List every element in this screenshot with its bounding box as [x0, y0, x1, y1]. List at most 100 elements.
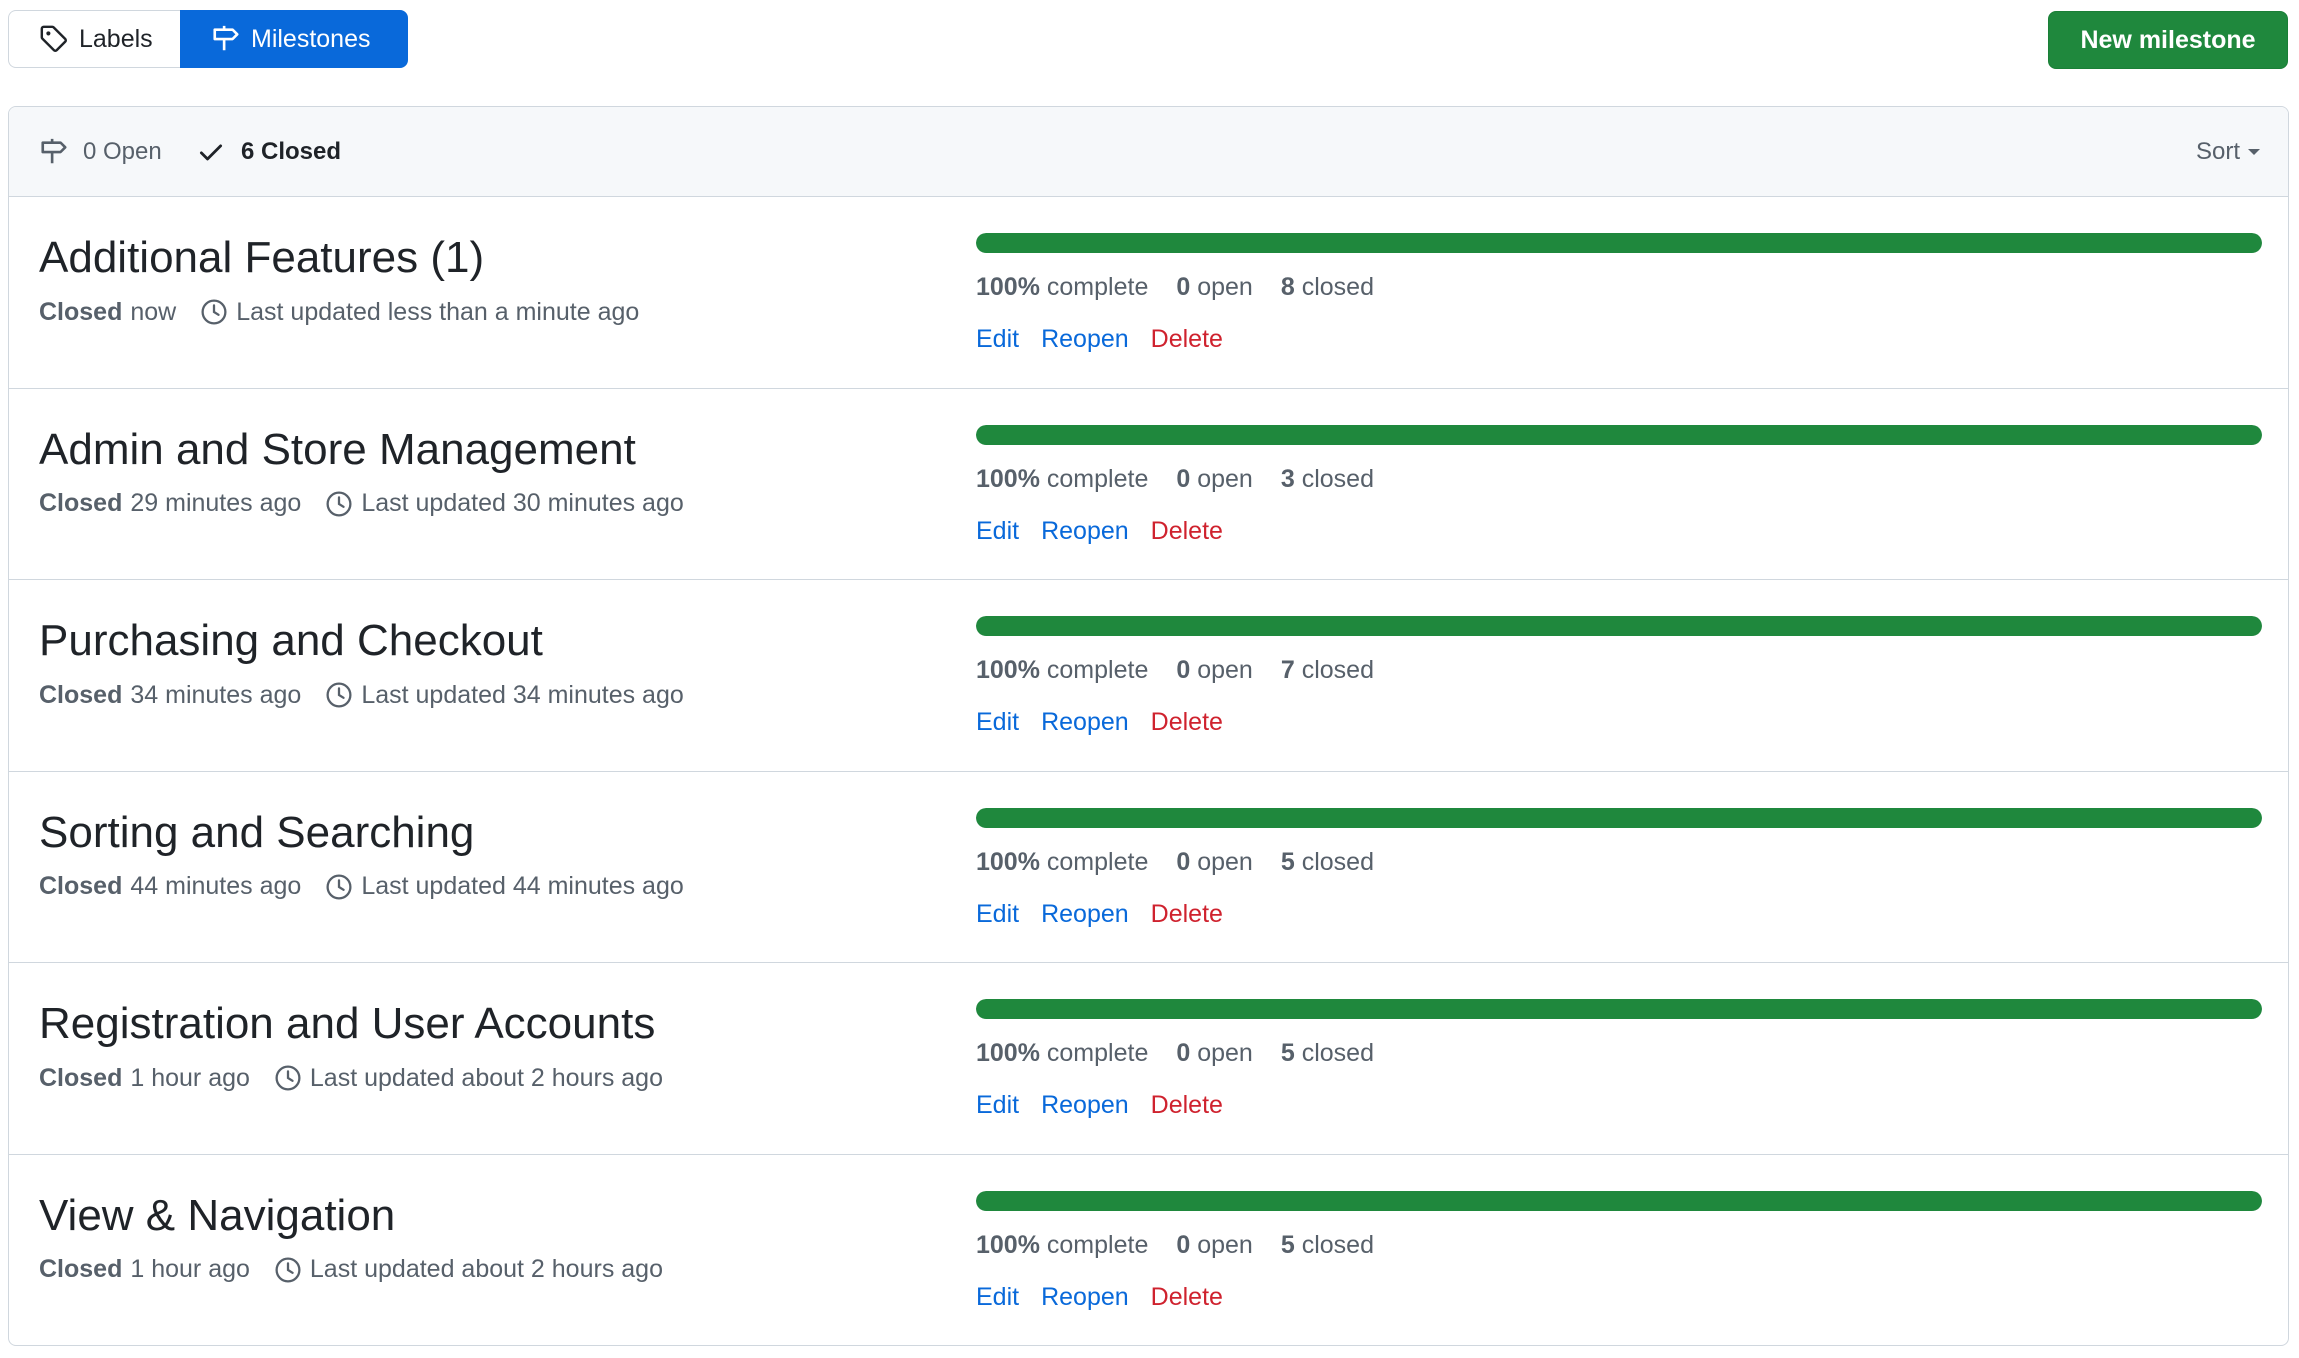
closed-label: Closed — [39, 297, 123, 326]
milestone-row: Additional Features (1) Closed now Last … — [9, 197, 2288, 389]
sort-dropdown[interactable]: Sort — [2196, 107, 2260, 197]
milestone-title[interactable]: Admin and Store Management — [39, 425, 636, 475]
open-count: 0 open — [1176, 847, 1253, 876]
progress-fill — [976, 807, 2262, 828]
last-updated: Last updated less than a minute ago — [236, 297, 640, 326]
delete-link[interactable]: Delete — [1151, 708, 1223, 737]
delete-link[interactable]: Delete — [1151, 325, 1223, 354]
clock-icon — [274, 1255, 304, 1285]
milestones-box: 0 Open 6 Closed Sort Additional Features… — [8, 106, 2289, 1346]
edit-link[interactable]: Edit — [976, 325, 1019, 354]
milestones-tab-label: Milestones — [251, 24, 371, 53]
milestone-actions: Edit Reopen Delete — [976, 517, 1245, 546]
percent-complete: 100% complete — [976, 1039, 1149, 1067]
milestone-meta: Closed 34 minutes ago Last updated 34 mi… — [39, 680, 684, 710]
clock-icon — [200, 297, 230, 327]
edit-link[interactable]: Edit — [976, 900, 1019, 929]
closed-count: 5 closed — [1280, 1039, 1374, 1067]
labels-tab[interactable]: Labels — [8, 10, 180, 68]
edit-link[interactable]: Edit — [976, 708, 1019, 737]
milestone-stats: 100% complete 0 open 3 closed — [976, 465, 1402, 494]
closed-label: Closed — [39, 680, 123, 709]
milestone-stats: 100% complete 0 open 5 closed — [976, 848, 1402, 877]
milestone-stats: 100% complete 0 open 5 closed — [976, 1039, 1402, 1068]
milestone-actions: Edit Reopen Delete — [976, 708, 1245, 737]
milestone-actions: Edit Reopen Delete — [976, 1283, 1245, 1312]
delete-link[interactable]: Delete — [1151, 517, 1223, 546]
edit-link[interactable]: Edit — [976, 1091, 1019, 1120]
clock-icon — [325, 872, 355, 902]
percent-complete: 100% complete — [976, 273, 1149, 301]
milestone-row: Purchasing and Checkout Closed 34 minute… — [9, 580, 2288, 772]
milestone-meta: Closed 1 hour ago Last updated about 2 h… — [39, 1255, 663, 1285]
tag-icon — [39, 23, 71, 55]
reopen-link[interactable]: Reopen — [1041, 900, 1129, 929]
open-count: 0 open — [1176, 656, 1253, 684]
reopen-link[interactable]: Reopen — [1041, 1283, 1129, 1312]
milestone-title[interactable]: Additional Features (1) — [39, 233, 484, 283]
closed-when: now — [130, 297, 177, 326]
delete-link[interactable]: Delete — [1151, 1283, 1223, 1312]
closed-label: Closed — [39, 1063, 123, 1092]
open-filter-label: 0 Open — [83, 138, 162, 165]
sort-label: Sort — [2195, 138, 2240, 165]
progress-fill — [976, 1190, 2262, 1211]
reopen-link[interactable]: Reopen — [1041, 325, 1129, 354]
milestone-meta: Closed 1 hour ago Last updated about 2 h… — [39, 1063, 663, 1093]
milestone-meta: Closed 44 minutes ago Last updated 44 mi… — [39, 872, 684, 902]
milestone-meta: Closed 29 minutes ago Last updated 30 mi… — [39, 489, 684, 519]
reopen-link[interactable]: Reopen — [1041, 517, 1129, 546]
milestone-title[interactable]: Sorting and Searching — [39, 808, 474, 858]
delete-link[interactable]: Delete — [1151, 900, 1223, 929]
milestone-title[interactable]: Registration and User Accounts — [39, 999, 655, 1049]
edit-link[interactable]: Edit — [976, 1283, 1019, 1312]
closed-count: 5 closed — [1280, 847, 1374, 876]
closed-when: 1 hour ago — [130, 1063, 250, 1092]
milestone-title[interactable]: View & Navigation — [39, 1191, 395, 1241]
milestone-icon — [39, 136, 71, 168]
milestone-actions: Edit Reopen Delete — [976, 325, 1245, 354]
milestone-list: Additional Features (1) Closed now Last … — [9, 197, 2288, 1346]
progress-fill — [976, 424, 2262, 445]
closed-count: 7 closed — [1280, 656, 1374, 684]
milestones-tab[interactable]: Milestones — [180, 10, 408, 68]
last-updated: Last updated 34 minutes ago — [361, 680, 684, 709]
labels-tab-label: Labels — [79, 24, 153, 53]
new-milestone-button[interactable]: New milestone — [2048, 11, 2288, 69]
check-icon — [197, 136, 229, 168]
progress-bar — [976, 1190, 2262, 1211]
milestone-icon — [211, 23, 243, 55]
edit-link[interactable]: Edit — [976, 517, 1019, 546]
closed-label: Closed — [39, 489, 123, 517]
progress-bar — [976, 807, 2262, 828]
last-updated: Last updated about 2 hours ago — [309, 1063, 663, 1092]
milestones-header: 0 Open 6 Closed Sort — [9, 107, 2288, 197]
last-updated: Last updated 44 minutes ago — [361, 872, 684, 900]
percent-complete: 100% complete — [976, 464, 1149, 493]
progress-bar — [976, 233, 2262, 253]
milestone-stats: 100% complete 0 open 8 closed — [976, 273, 1402, 302]
milestone-stats: 100% complete 0 open 5 closed — [976, 1231, 1402, 1260]
open-count: 0 open — [1176, 464, 1253, 493]
milestone-row: Sorting and Searching Closed 44 minutes … — [9, 772, 2288, 963]
milestone-row: Admin and Store Management Closed 29 min… — [9, 389, 2288, 580]
percent-complete: 100% complete — [976, 656, 1149, 684]
progress-bar — [976, 999, 2262, 1019]
milestone-title[interactable]: Purchasing and Checkout — [39, 616, 543, 666]
reopen-link[interactable]: Reopen — [1041, 708, 1129, 737]
closed-filter[interactable]: 6 Closed — [197, 107, 341, 197]
closed-count: 5 closed — [1280, 1230, 1374, 1259]
reopen-link[interactable]: Reopen — [1041, 1091, 1129, 1120]
closed-count: 8 closed — [1280, 273, 1374, 301]
open-count: 0 open — [1176, 1039, 1253, 1067]
closed-when: 1 hour ago — [130, 1255, 250, 1283]
closed-when: 29 minutes ago — [130, 489, 302, 517]
closed-label: Closed — [39, 1255, 123, 1283]
progress-fill — [976, 999, 2262, 1019]
delete-link[interactable]: Delete — [1151, 1091, 1223, 1120]
closed-when: 44 minutes ago — [130, 872, 302, 900]
open-filter[interactable]: 0 Open — [39, 107, 162, 197]
milestone-row: View & Navigation Closed 1 hour ago Last… — [9, 1155, 2288, 1346]
closed-count: 3 closed — [1280, 464, 1374, 493]
clock-icon — [274, 1063, 304, 1093]
